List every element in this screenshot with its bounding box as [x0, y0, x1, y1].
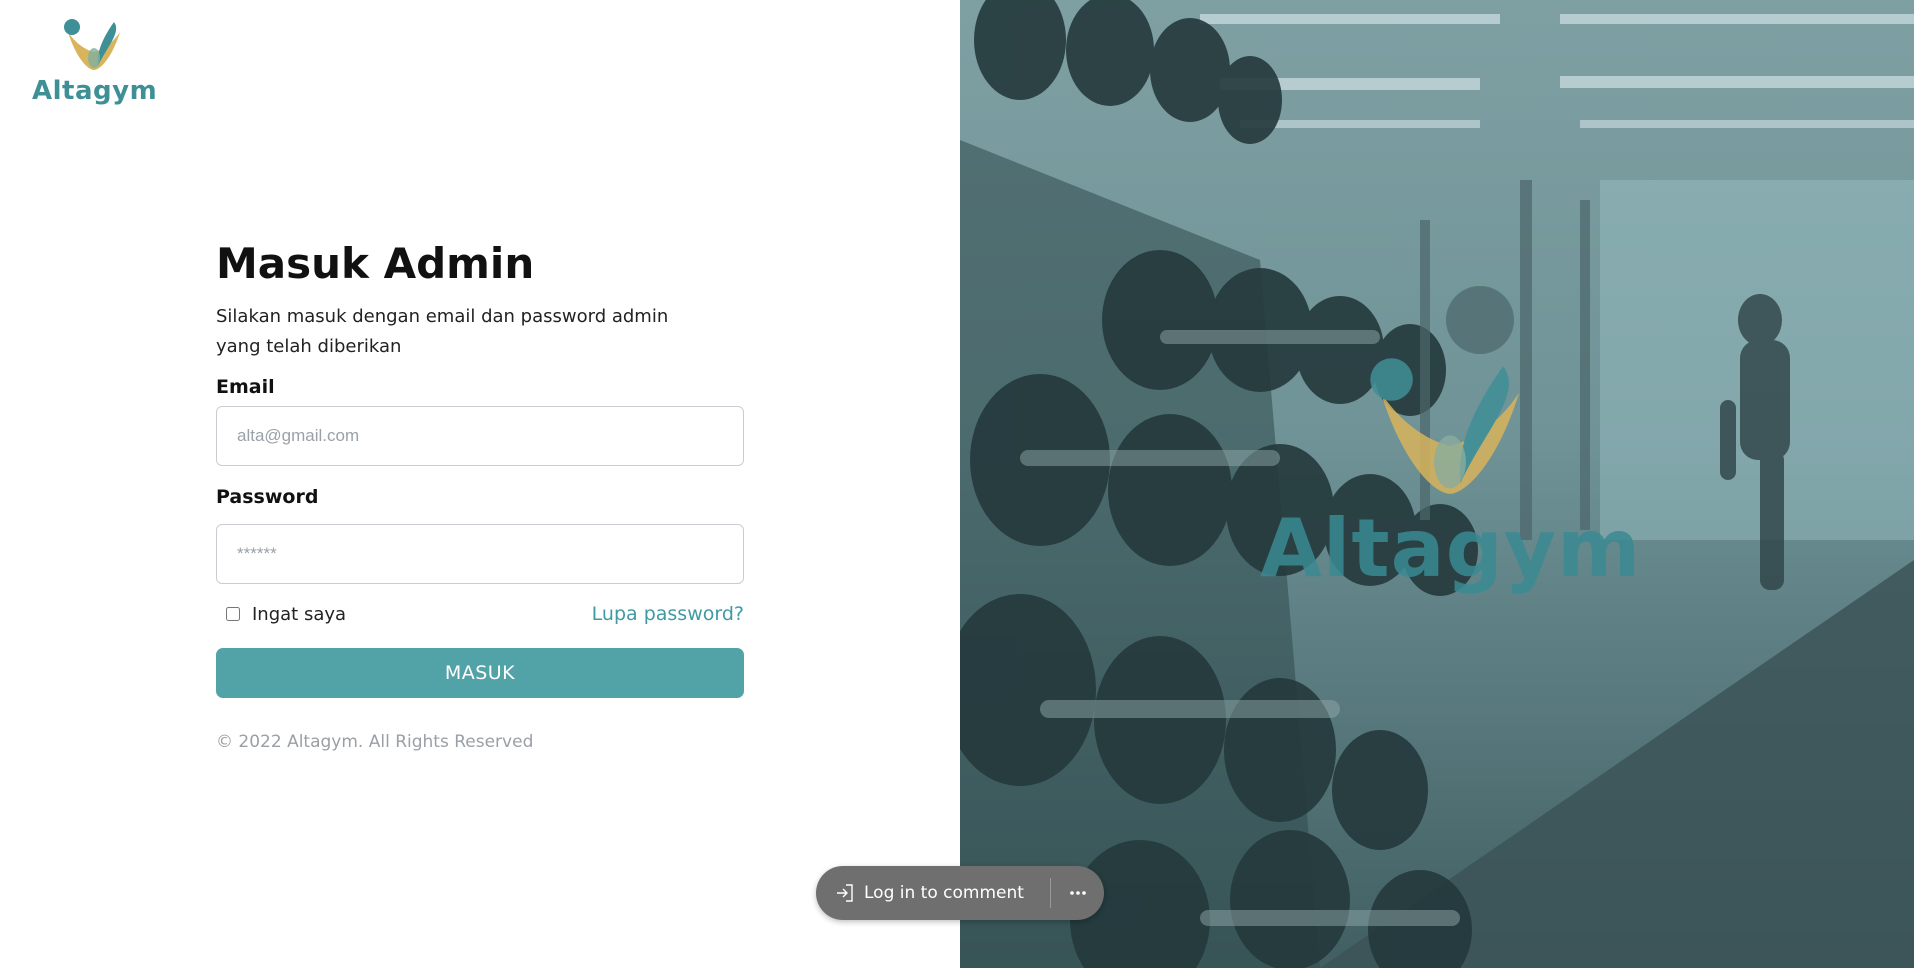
altagym-logo-icon	[1370, 358, 1520, 494]
remember-me-checkbox[interactable]	[226, 607, 240, 621]
more-options-button[interactable]	[1051, 866, 1104, 920]
email-field[interactable]	[216, 406, 744, 466]
forgot-password-link[interactable]: Lupa password?	[592, 603, 744, 625]
login-page: Altagym Masuk Admin Silakan masuk dengan…	[0, 0, 1914, 968]
remember-me-label: Ingat saya	[252, 603, 347, 625]
form-options-row: Ingat saya Lupa password?	[216, 600, 744, 628]
copyright-text: © 2022 Altagym. All Rights Reserved	[216, 732, 534, 752]
brand-name: Altagym	[32, 76, 158, 106]
page-title: Masuk Admin	[216, 239, 535, 288]
remember-me[interactable]: Ingat saya	[216, 604, 346, 625]
email-label: Email	[216, 376, 275, 398]
password-label: Password	[216, 486, 319, 508]
login-to-comment-button[interactable]: Log in to comment	[816, 866, 1050, 920]
login-form: Masuk Admin Silakan masuk dengan email d…	[216, 236, 744, 752]
page-subtitle: Silakan masuk dengan email dan password …	[216, 306, 669, 357]
password-field[interactable]	[216, 524, 744, 584]
hero-watermark: Altagym	[1260, 350, 1640, 595]
more-icon	[1069, 891, 1086, 895]
login-to-comment-label: Log in to comment	[864, 883, 1024, 903]
sign-in-icon	[837, 884, 853, 902]
comment-toolbar: Log in to comment	[816, 866, 1104, 920]
brand-logo: Altagym	[32, 18, 158, 106]
altagym-logo-icon	[64, 19, 120, 70]
login-button[interactable]: MASUK	[216, 648, 744, 698]
login-panel: Altagym Masuk Admin Silakan masuk dengan…	[0, 0, 960, 968]
hero-watermark-name: Altagym	[1260, 502, 1642, 595]
hero-image: Altagym	[960, 0, 1914, 968]
